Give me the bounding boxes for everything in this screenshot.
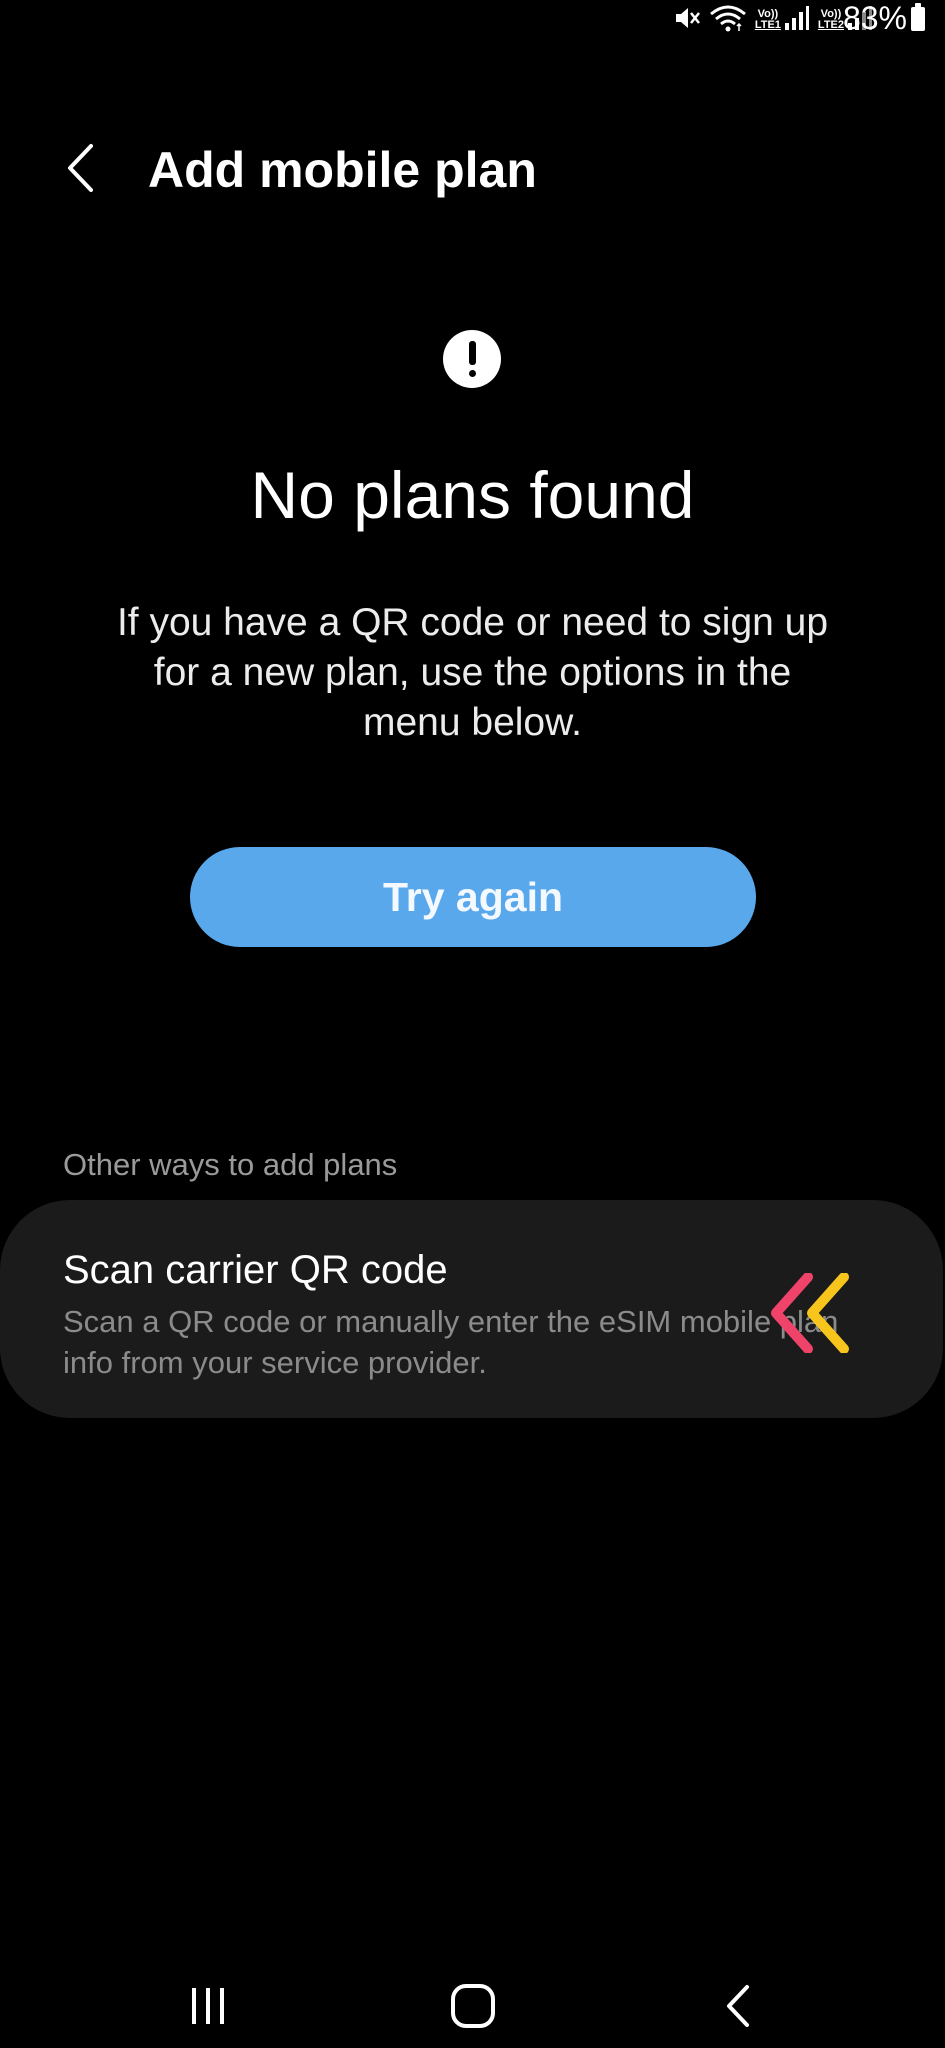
nav-back-button[interactable]: [688, 1968, 788, 2048]
battery-percent: 83%: [842, 0, 907, 36]
home-button[interactable]: [423, 1968, 523, 2048]
pointer-chevrons-icon: [768, 1272, 858, 1354]
page-title: Add mobile plan: [148, 142, 537, 198]
mute-icon: [673, 4, 701, 32]
navigation-bar: [0, 1968, 945, 2048]
home-icon: [449, 1982, 497, 2035]
battery-icon: [911, 3, 925, 31]
scan-qr-code-title: Scan carrier QR code: [63, 1248, 448, 1292]
scan-qr-code-option[interactable]: Scan carrier QR code Scan a QR code or m…: [0, 1200, 943, 1418]
no-plans-heading: No plans found: [250, 458, 695, 532]
no-plans-description: If you have a QR code or need to sign up…: [116, 601, 829, 744]
sim1-label: LTE1: [754, 19, 781, 31]
try-again-button[interactable]: Try again: [190, 847, 756, 947]
back-icon: [723, 1984, 753, 2033]
header: Add mobile plan: [0, 130, 945, 210]
signal-icon: [784, 5, 810, 31]
sim2-label: LTE2: [817, 19, 844, 31]
recent-apps-button[interactable]: [158, 1968, 258, 2048]
status-bar: Vo)) LTE1 Vo)) LTE2 83%: [0, 0, 945, 36]
recent-apps-icon: [186, 1984, 230, 2033]
sim1-network-icon: Vo)) LTE1: [755, 5, 810, 31]
back-chevron-icon: [65, 143, 95, 198]
battery-indicator: 83%: [843, 0, 925, 36]
exclamation-circle-icon: [443, 330, 501, 388]
other-ways-label: Other ways to add plans: [63, 1147, 398, 1182]
wifi-icon: [709, 4, 747, 32]
back-button[interactable]: [56, 140, 104, 200]
scan-qr-code-description: Scan a QR code or manually enter the eSI…: [63, 1304, 839, 1380]
